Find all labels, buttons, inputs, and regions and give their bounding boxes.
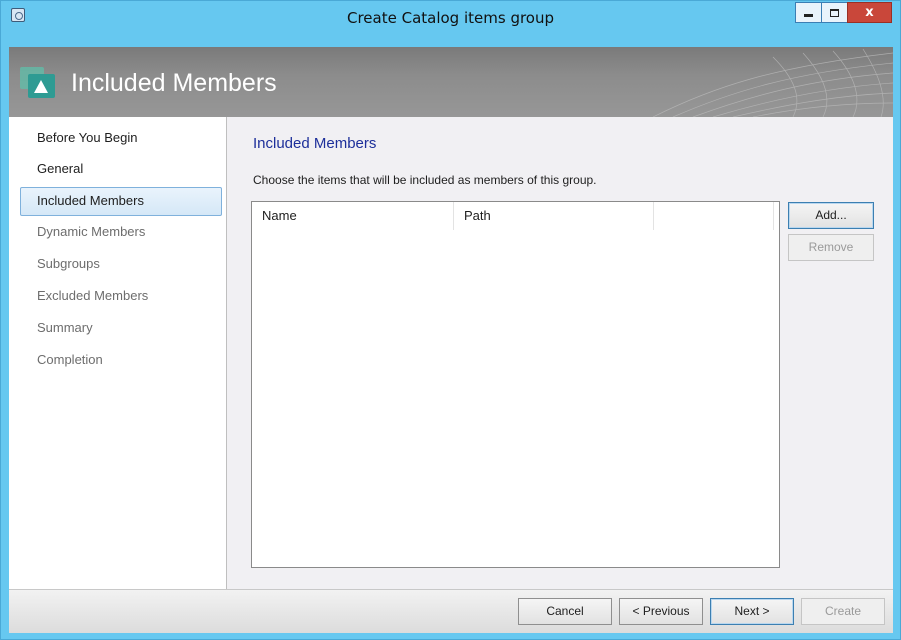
cancel-button[interactable]: Cancel <box>518 598 612 625</box>
column-header-name[interactable]: Name <box>252 202 454 230</box>
included-members-icon <box>20 67 55 98</box>
minimize-icon <box>804 14 813 17</box>
nav-item-dynamic-members[interactable]: Dynamic Members <box>20 219 222 248</box>
title-bar[interactable]: Create Catalog items group x <box>1 1 900 47</box>
nav-item-general[interactable]: General <box>20 156 222 185</box>
members-list[interactable]: Name Path <box>251 201 780 568</box>
create-button[interactable]: Create <box>801 598 885 625</box>
banner-title: Included Members <box>71 69 277 97</box>
maximize-icon <box>830 8 839 17</box>
window-controls: x <box>795 2 892 23</box>
banner-wave-decoration <box>653 48 893 117</box>
next-button[interactable]: Next > <box>710 598 794 625</box>
list-header: Name Path <box>252 202 779 230</box>
column-header-path[interactable]: Path <box>454 202 654 230</box>
close-button[interactable]: x <box>847 2 892 23</box>
nav-item-completion[interactable]: Completion <box>20 347 222 376</box>
header-banner: Included Members <box>9 47 893 117</box>
remove-button[interactable]: Remove <box>788 234 874 261</box>
nav-item-excluded-members[interactable]: Excluded Members <box>20 283 222 312</box>
maximize-button[interactable] <box>821 2 848 23</box>
nav-item-subgroups[interactable]: Subgroups <box>20 251 222 280</box>
minimize-button[interactable] <box>795 2 822 23</box>
window-title: Create Catalog items group <box>346 9 555 27</box>
add-button[interactable]: Add... <box>788 202 874 229</box>
wizard-footer: Cancel < Previous Next > Create <box>9 589 893 633</box>
wizard-steps-nav: Before You Begin General Included Member… <box>9 117 227 589</box>
previous-button[interactable]: < Previous <box>619 598 703 625</box>
close-icon: x <box>865 5 874 20</box>
column-header-extra[interactable] <box>654 202 774 230</box>
wizard-window: Create Catalog items group x Included Me… <box>0 0 901 640</box>
nav-item-summary[interactable]: Summary <box>20 315 222 344</box>
page-title: Included Members <box>253 135 377 152</box>
nav-item-before-you-begin[interactable]: Before You Begin <box>20 125 222 154</box>
page-description: Choose the items that will be included a… <box>253 173 597 187</box>
nav-item-included-members[interactable]: Included Members <box>20 187 222 216</box>
wizard-body: Before You Begin General Included Member… <box>9 117 893 589</box>
